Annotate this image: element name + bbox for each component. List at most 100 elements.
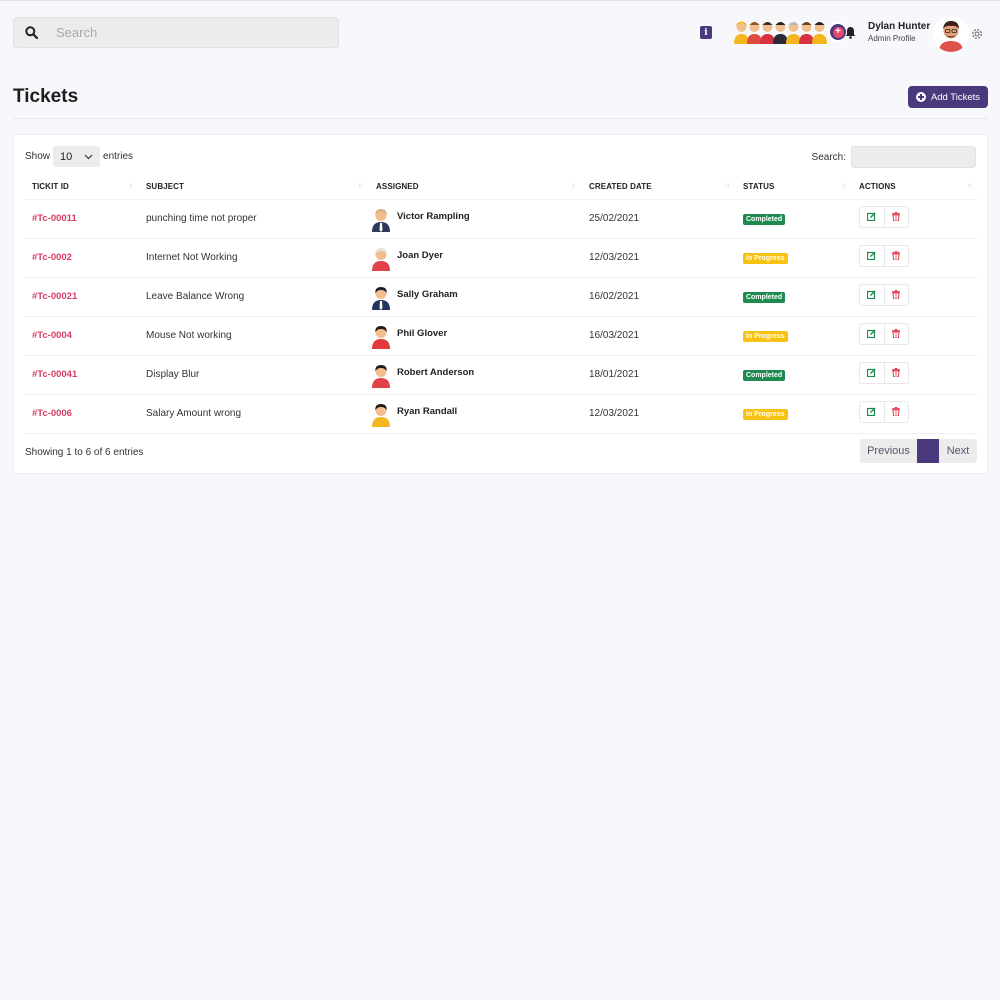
sort-icon[interactable]: ↑↓ — [725, 183, 730, 189]
ticket-id-link[interactable]: #Tc-0006 — [24, 394, 138, 434]
delete-button[interactable] — [883, 362, 908, 383]
trash-icon — [892, 290, 901, 299]
edit-icon — [867, 212, 876, 221]
action-group — [859, 400, 909, 423]
tickets-table: TICKIT ID ↑↓ SUBJECT ↑↓ ASSIGNED ↑↓ CREATED… — [24, 175, 977, 434]
action-group — [859, 361, 909, 384]
ticket-status: In Progress — [735, 238, 851, 278]
search-icon[interactable] — [14, 26, 48, 39]
entries-select[interactable]: 10 — [53, 146, 101, 167]
table-search-input[interactable] — [851, 146, 976, 168]
sort-icon[interactable]: ↑↓ — [128, 183, 133, 189]
table-row[interactable]: #Tc-00021 Leave Balance Wrong Sally Graham… — [24, 277, 977, 317]
ticket-subject: Leave Balance Wrong — [138, 277, 368, 317]
edit-button[interactable] — [860, 246, 884, 266]
status-badge: Completed — [743, 291, 786, 303]
column-header-assigned[interactable]: ASSIGNED ↑↓ — [368, 175, 581, 200]
ticket-status: Completed — [735, 355, 851, 395]
team-avatars[interactable]: + — [733, 19, 848, 45]
ticket-id-link[interactable]: #Tc-00041 — [24, 355, 138, 395]
assignee-name[interactable]: Ryan Randall — [397, 406, 457, 417]
assignee-name[interactable]: Joan Dyer — [397, 250, 443, 261]
action-group — [859, 322, 909, 345]
ticket-actions — [851, 316, 977, 356]
assignee-name[interactable]: Robert Anderson — [397, 367, 474, 378]
bell-icon[interactable] — [845, 26, 856, 42]
column-header-ticket-id[interactable]: TICKIT ID ↑↓ — [24, 175, 138, 200]
ticket-actions — [851, 355, 977, 395]
add-tickets-label: Add Tickets — [930, 91, 981, 103]
sort-icon[interactable]: ↑↓ — [358, 183, 363, 189]
next-page-button[interactable]: Next — [939, 439, 977, 463]
entries-label: entries — [103, 151, 134, 162]
ticket-id-link[interactable]: #Tc-00011 — [24, 199, 138, 239]
edit-icon — [867, 368, 876, 377]
assignee-name[interactable]: Phil Glover — [397, 328, 447, 339]
status-badge: Completed — [743, 213, 786, 225]
ticket-assigned: Sally Graham — [368, 277, 581, 317]
ticket-status: Completed — [735, 199, 851, 239]
ticket-subject: punching time not proper — [138, 199, 368, 239]
user-name[interactable]: Dylan Hunter — [868, 21, 930, 32]
table-row[interactable]: #Tc-00011 punching time not proper Victor … — [24, 199, 977, 239]
plus-icon: + — [832, 26, 844, 38]
ticket-actions — [851, 238, 977, 278]
delete-button[interactable] — [883, 323, 908, 344]
top-header: i + Dylan Hunter Admin Profile — [0, 1, 1000, 65]
profile-avatar[interactable] — [933, 16, 969, 52]
search-input[interactable] — [56, 25, 316, 40]
previous-page-button[interactable]: Previous — [860, 439, 917, 463]
edit-button[interactable] — [860, 324, 884, 344]
edit-button[interactable] — [860, 285, 884, 305]
table-row[interactable]: #Tc-0002 Internet Not Working Joan Dyer 12/… — [24, 238, 977, 278]
ticket-assigned: Phil Glover — [368, 316, 581, 356]
ticket-created-date: 16/02/2021 — [581, 277, 735, 317]
delete-button[interactable] — [883, 245, 908, 266]
assignee-avatar — [372, 403, 390, 427]
table-row[interactable]: #Tc-00041 Display Blur Robert Anderson 18/0… — [24, 355, 977, 395]
status-badge: In Progress — [743, 252, 788, 264]
plus-circle-icon — [915, 92, 926, 102]
sort-icon[interactable]: ↑↓ — [967, 183, 972, 189]
assignee-avatar — [372, 286, 390, 310]
gear-icon[interactable] — [971, 28, 983, 43]
page-title: Tickets — [13, 86, 79, 107]
current-page-button[interactable] — [917, 439, 939, 463]
ticket-assigned: Robert Anderson — [368, 355, 581, 395]
table-filter: Search: — [812, 146, 976, 168]
global-search[interactable] — [13, 17, 339, 48]
action-group — [859, 205, 909, 228]
ticket-subject: Internet Not Working — [138, 238, 368, 278]
ticket-created-date: 25/02/2021 — [581, 199, 735, 239]
delete-button[interactable] — [883, 206, 908, 227]
delete-button[interactable] — [883, 401, 908, 422]
column-header-status[interactable]: STATUS ↑↓ — [735, 175, 851, 200]
column-header-subject[interactable]: SUBJECT ↑↓ — [138, 175, 368, 200]
filter-label: Search: — [811, 151, 846, 163]
add-tickets-button[interactable]: Add Tickets — [908, 86, 988, 108]
table-row[interactable]: #Tc-0006 Salary Amount wrong Ryan Randall 1… — [24, 394, 977, 434]
action-group — [859, 283, 909, 306]
ticket-status: In Progress — [735, 316, 851, 356]
team-avatar — [812, 22, 827, 44]
ticket-id-link[interactable]: #Tc-0002 — [24, 238, 138, 278]
column-header-created-date[interactable]: CREATED DATE ↑↓ — [581, 175, 735, 200]
user-role: Admin Profile — [868, 34, 916, 43]
assignee-name[interactable]: Sally Graham — [397, 289, 458, 300]
show-label: Show — [25, 151, 51, 162]
ticket-id-link[interactable]: #Tc-0004 — [24, 316, 138, 356]
column-header-actions[interactable]: ACTIONS ↑↓ — [851, 175, 977, 200]
table-row[interactable]: #Tc-0004 Mouse Not working Phil Glover 16/0… — [24, 316, 977, 356]
info-icon[interactable]: i — [700, 26, 712, 39]
sort-icon[interactable]: ↑↓ — [841, 183, 846, 189]
ticket-id-link[interactable]: #Tc-00021 — [24, 277, 138, 317]
edit-button[interactable] — [860, 402, 884, 422]
edit-button[interactable] — [860, 207, 884, 227]
assignee-name[interactable]: Victor Rampling — [397, 211, 470, 222]
delete-button[interactable] — [883, 284, 908, 305]
title-divider — [13, 118, 988, 119]
sort-icon[interactable]: ↑↓ — [571, 183, 576, 189]
entries-length: Show 10 entries — [25, 146, 133, 167]
edit-button[interactable] — [860, 363, 884, 383]
ticket-subject: Salary Amount wrong — [138, 394, 368, 434]
